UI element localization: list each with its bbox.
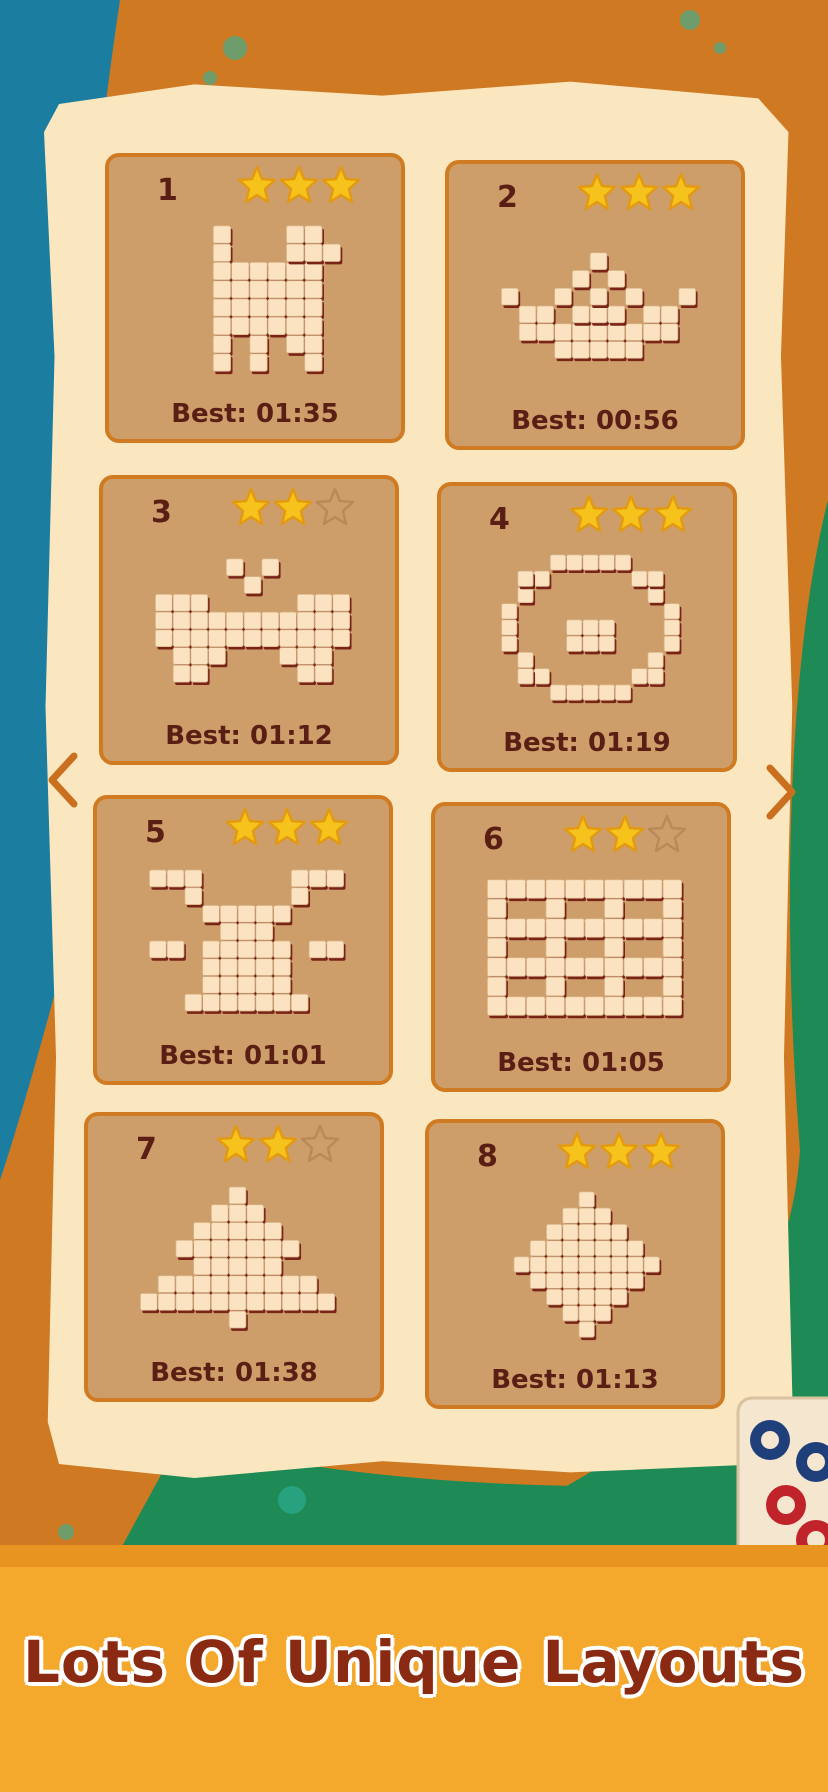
star-filled-icon <box>267 807 307 846</box>
chevron-right-icon <box>766 764 796 820</box>
star-rating <box>557 1131 681 1171</box>
star-empty-icon <box>647 814 687 853</box>
cat-icon <box>212 225 343 375</box>
star-rating <box>237 165 361 205</box>
level-number: 8 <box>477 1139 498 1174</box>
star-rating <box>577 172 701 212</box>
star-filled-icon <box>611 494 651 533</box>
level-number: 1 <box>157 173 178 208</box>
star-filled-icon <box>569 494 609 533</box>
headline: Lots Of Unique Layouts <box>22 1628 806 1696</box>
star-rating <box>225 807 349 847</box>
star-filled-icon <box>216 1124 256 1163</box>
best-time: Best: 01:35 <box>171 399 339 429</box>
level-card-4[interactable]: 4 Best: 01:19 <box>437 482 737 772</box>
level-card-3[interactable]: 3 Best: 01:12 <box>99 475 399 765</box>
banner-edge <box>0 1545 828 1567</box>
star-filled-icon <box>619 172 659 211</box>
star-filled-icon <box>258 1124 298 1163</box>
next-page-button[interactable] <box>760 762 800 822</box>
chevron-left-icon <box>48 752 78 808</box>
star-filled-icon <box>225 807 265 846</box>
star-filled-icon <box>237 165 277 204</box>
star-filled-icon <box>321 165 361 204</box>
star-empty-icon <box>315 487 355 526</box>
star-filled-icon <box>577 172 617 211</box>
level-card-6[interactable]: 6 Best: 01:05 <box>431 802 731 1092</box>
tree-icon <box>140 1186 337 1331</box>
star-empty-icon <box>300 1124 340 1163</box>
star-rating <box>216 1124 340 1164</box>
star-filled-icon <box>653 494 693 533</box>
star-filled-icon <box>557 1131 597 1170</box>
level-card-1[interactable]: 1 Best: 01:35 <box>105 153 405 443</box>
star-filled-icon <box>661 172 701 211</box>
best-time: Best: 01:01 <box>159 1041 327 1071</box>
best-time: Best: 01:12 <box>165 721 333 751</box>
square-icon <box>487 879 684 1019</box>
star-rating <box>569 494 693 534</box>
best-time: Best: 01:19 <box>503 728 671 758</box>
level-number: 2 <box>497 180 518 215</box>
star-rating <box>563 814 687 854</box>
level-card-2[interactable]: 2 Best: 00:56 <box>445 160 745 450</box>
crown-icon <box>501 252 698 362</box>
level-number: 3 <box>151 495 172 530</box>
level-card-8[interactable]: 8 Best: 01:13 <box>425 1119 725 1409</box>
star-filled-icon <box>599 1131 639 1170</box>
best-time: Best: 00:56 <box>511 406 679 436</box>
best-time: Best: 01:05 <box>497 1048 665 1078</box>
star-filled-icon <box>279 165 319 204</box>
ring-icon <box>501 554 682 704</box>
best-time: Best: 01:38 <box>150 1358 318 1388</box>
level-card-5[interactable]: 5 Best: 01:01 <box>93 795 393 1085</box>
bow-icon <box>155 558 352 686</box>
level-number: 7 <box>136 1132 157 1167</box>
best-time: Best: 01:13 <box>491 1365 659 1395</box>
star-filled-icon <box>605 814 645 853</box>
level-number: 5 <box>145 815 166 850</box>
star-filled-icon <box>309 807 349 846</box>
level-number: 4 <box>489 502 510 537</box>
level-grid: 1 Best: 01:35 2 Best: 00:56 3 Best: 01:12 4 Bes… <box>0 0 828 1792</box>
mahjong-tile-icon <box>736 1396 828 1570</box>
star-filled-icon <box>563 814 603 853</box>
star-filled-icon <box>231 487 271 526</box>
prev-page-button[interactable] <box>44 750 84 810</box>
diamond-icon <box>513 1191 662 1341</box>
star-rating <box>231 487 355 527</box>
bug-icon <box>149 869 346 1014</box>
level-number: 6 <box>483 822 504 857</box>
star-filled-icon <box>641 1131 681 1170</box>
star-filled-icon <box>273 487 313 526</box>
level-card-7[interactable]: 7 Best: 01:38 <box>84 1112 384 1402</box>
